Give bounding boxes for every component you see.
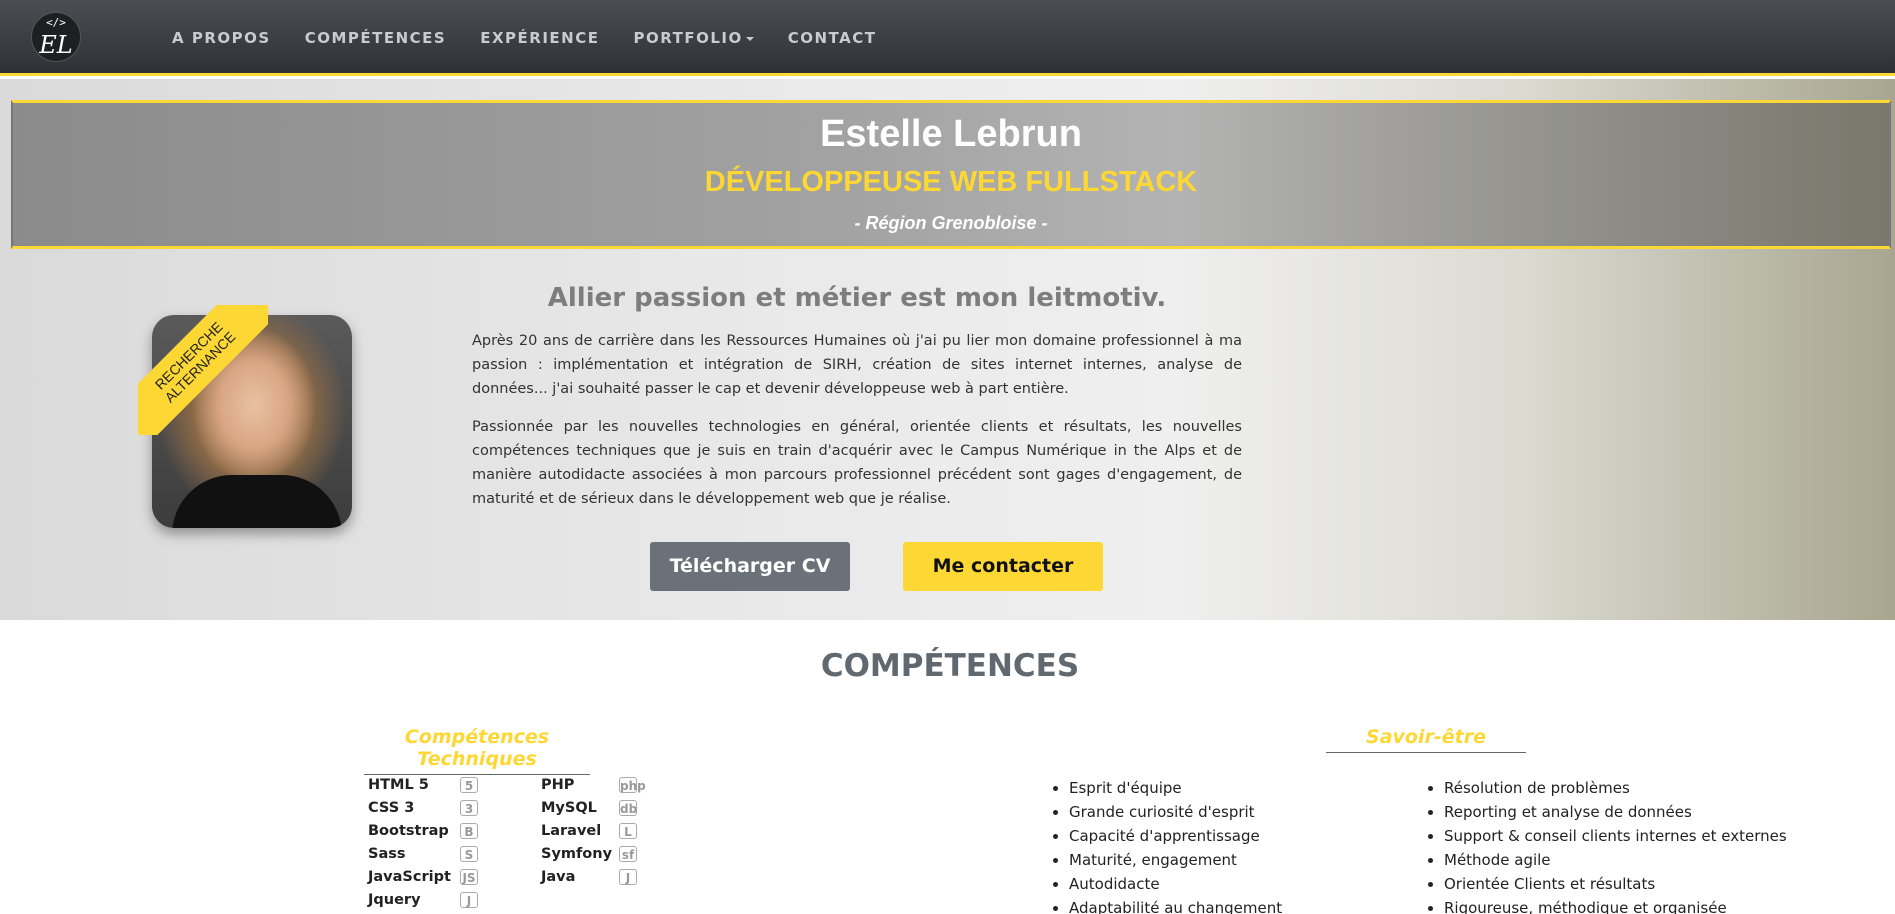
hero-paragraph-1: Après 20 ans de carrière dans les Ressou…: [472, 333, 1242, 397]
tech-item-label: MySQL: [541, 800, 597, 816]
tech-item: PHP php: [541, 777, 651, 800]
nav-link-portfolio[interactable]: PORTFOLIO: [633, 29, 754, 47]
tech-item: Java J: [541, 869, 651, 892]
tech-item-label: Laravel: [541, 823, 602, 839]
bootstrap-icon: B: [460, 823, 478, 839]
php-icon: php: [619, 777, 646, 793]
hero-name: Estelle Lebrun: [820, 113, 1082, 155]
tech-item-label: Bootstrap: [368, 823, 449, 839]
tech-item: HTML 5 5: [368, 777, 478, 800]
tech-item: Symfony sf: [541, 846, 651, 869]
contact-me-button[interactable]: Me contacter: [903, 542, 1103, 591]
css3-icon: 3: [460, 800, 478, 816]
tech-item: MySQL db: [541, 800, 651, 823]
hero-paragraph-2: Passionnée par les nouvelles technologie…: [472, 419, 1242, 507]
tech-item-label: PHP: [541, 777, 575, 793]
nav-link-contact[interactable]: CONTACT: [788, 29, 877, 47]
list-item: Maturité, engagement: [1069, 848, 1282, 872]
ribbon-container: RECHERCHE ALTERNANCE: [138, 305, 268, 435]
symfony-icon: sf: [619, 846, 637, 862]
tech-skills-col-2: PHP php MySQL db Laravel L Symfony sf Java J: [541, 777, 651, 892]
logo-code-icon: </>: [46, 16, 66, 29]
sass-icon: S: [460, 846, 478, 862]
caret-down-icon: [745, 36, 754, 41]
nav-link-portfolio-label: PORTFOLIO: [633, 29, 743, 47]
hero-banner: Estelle Lebrun DÉVELOPPEUSE WEB FULLSTAC…: [11, 100, 1891, 249]
list-item: Reporting et analyse de données: [1444, 800, 1787, 824]
list-item: Adaptabilité au changement: [1069, 896, 1282, 914]
tech-item-label: JavaScript: [368, 869, 451, 885]
soft-skills-list-1: Esprit d'équipe Grande curiosité d'espri…: [1069, 776, 1282, 914]
soft-skills-list-2: Résolution de problèmes Reporting et ana…: [1444, 776, 1787, 914]
list-item: Rigoureuse, méthodique et organisée: [1444, 896, 1787, 914]
java-icon: J: [619, 869, 637, 885]
competences-title: COMPÉTENCES: [820, 648, 1080, 684]
tech-item-label: Symfony: [541, 846, 613, 862]
tech-item: CSS 3 3: [368, 800, 478, 823]
hero-section: Estelle Lebrun DÉVELOPPEUSE WEB FULLSTAC…: [0, 79, 1895, 620]
list-item: Esprit d'équipe: [1069, 776, 1282, 800]
nav-link-competences[interactable]: COMPÉTENCES: [305, 29, 447, 47]
logo[interactable]: </> EL: [31, 12, 81, 62]
list-item: Grande curiosité d'esprit: [1069, 800, 1282, 824]
hero-region: - Région Grenobloise -: [854, 213, 1048, 233]
list-item: Autodidacte: [1069, 872, 1282, 896]
soft-skills-title: Savoir-être: [1326, 726, 1526, 753]
navbar: </> EL A PROPOS COMPÉTENCES EXPÉRIENCE P…: [0, 0, 1895, 76]
tech-item: Sass S: [368, 846, 478, 869]
laravel-icon: L: [619, 823, 637, 839]
tech-item-label: Jquery: [368, 892, 421, 908]
list-item: Support & conseil clients internes et ex…: [1444, 824, 1787, 848]
hero-headline: Allier passion et métier est mon leitmot…: [547, 283, 1167, 313]
tech-item: Laravel L: [541, 823, 651, 846]
html5-icon: 5: [460, 777, 478, 793]
mysql-icon: db: [619, 800, 638, 816]
list-item: Résolution de problèmes: [1444, 776, 1787, 800]
tech-skills-col-1: HTML 5 5 CSS 3 3 Bootstrap B Sass S JavaScri…: [368, 777, 478, 914]
list-item: Capacité d'apprentissage: [1069, 824, 1282, 848]
photo-body-shape: [172, 475, 342, 528]
tech-item: Jquery J: [368, 892, 478, 914]
tech-item-label: HTML 5: [368, 777, 429, 793]
jquery-icon: J: [460, 892, 478, 908]
tech-item-label: CSS 3: [368, 800, 415, 816]
profile-photo-wrap: RECHERCHE ALTERNANCE: [138, 305, 352, 528]
tech-item: Bootstrap B: [368, 823, 478, 846]
javascript-icon: JS: [460, 869, 478, 885]
logo-monogram: EL: [39, 31, 73, 59]
nav-links: A PROPOS COMPÉTENCES EXPÉRIENCE PORTFOLI…: [172, 29, 876, 47]
tech-item-label: Sass: [368, 846, 406, 862]
list-item: Orientée Clients et résultats: [1444, 872, 1787, 896]
tech-skills-title: Compétences Techniques: [364, 726, 590, 775]
hero-role: DÉVELOPPEUSE WEB FULLSTACK: [704, 166, 1198, 198]
tech-item: JavaScript JS: [368, 869, 478, 892]
ribbon-line2: ALTERNANCE: [161, 328, 239, 406]
nav-link-experience[interactable]: EXPÉRIENCE: [480, 29, 599, 47]
list-item: Méthode agile: [1444, 848, 1787, 872]
alternance-ribbon: RECHERCHE ALTERNANCE: [138, 305, 268, 435]
download-cv-button[interactable]: Télécharger CV: [650, 542, 850, 591]
tech-item-label: Java: [541, 869, 576, 885]
nav-link-a-propos[interactable]: A PROPOS: [172, 29, 271, 47]
